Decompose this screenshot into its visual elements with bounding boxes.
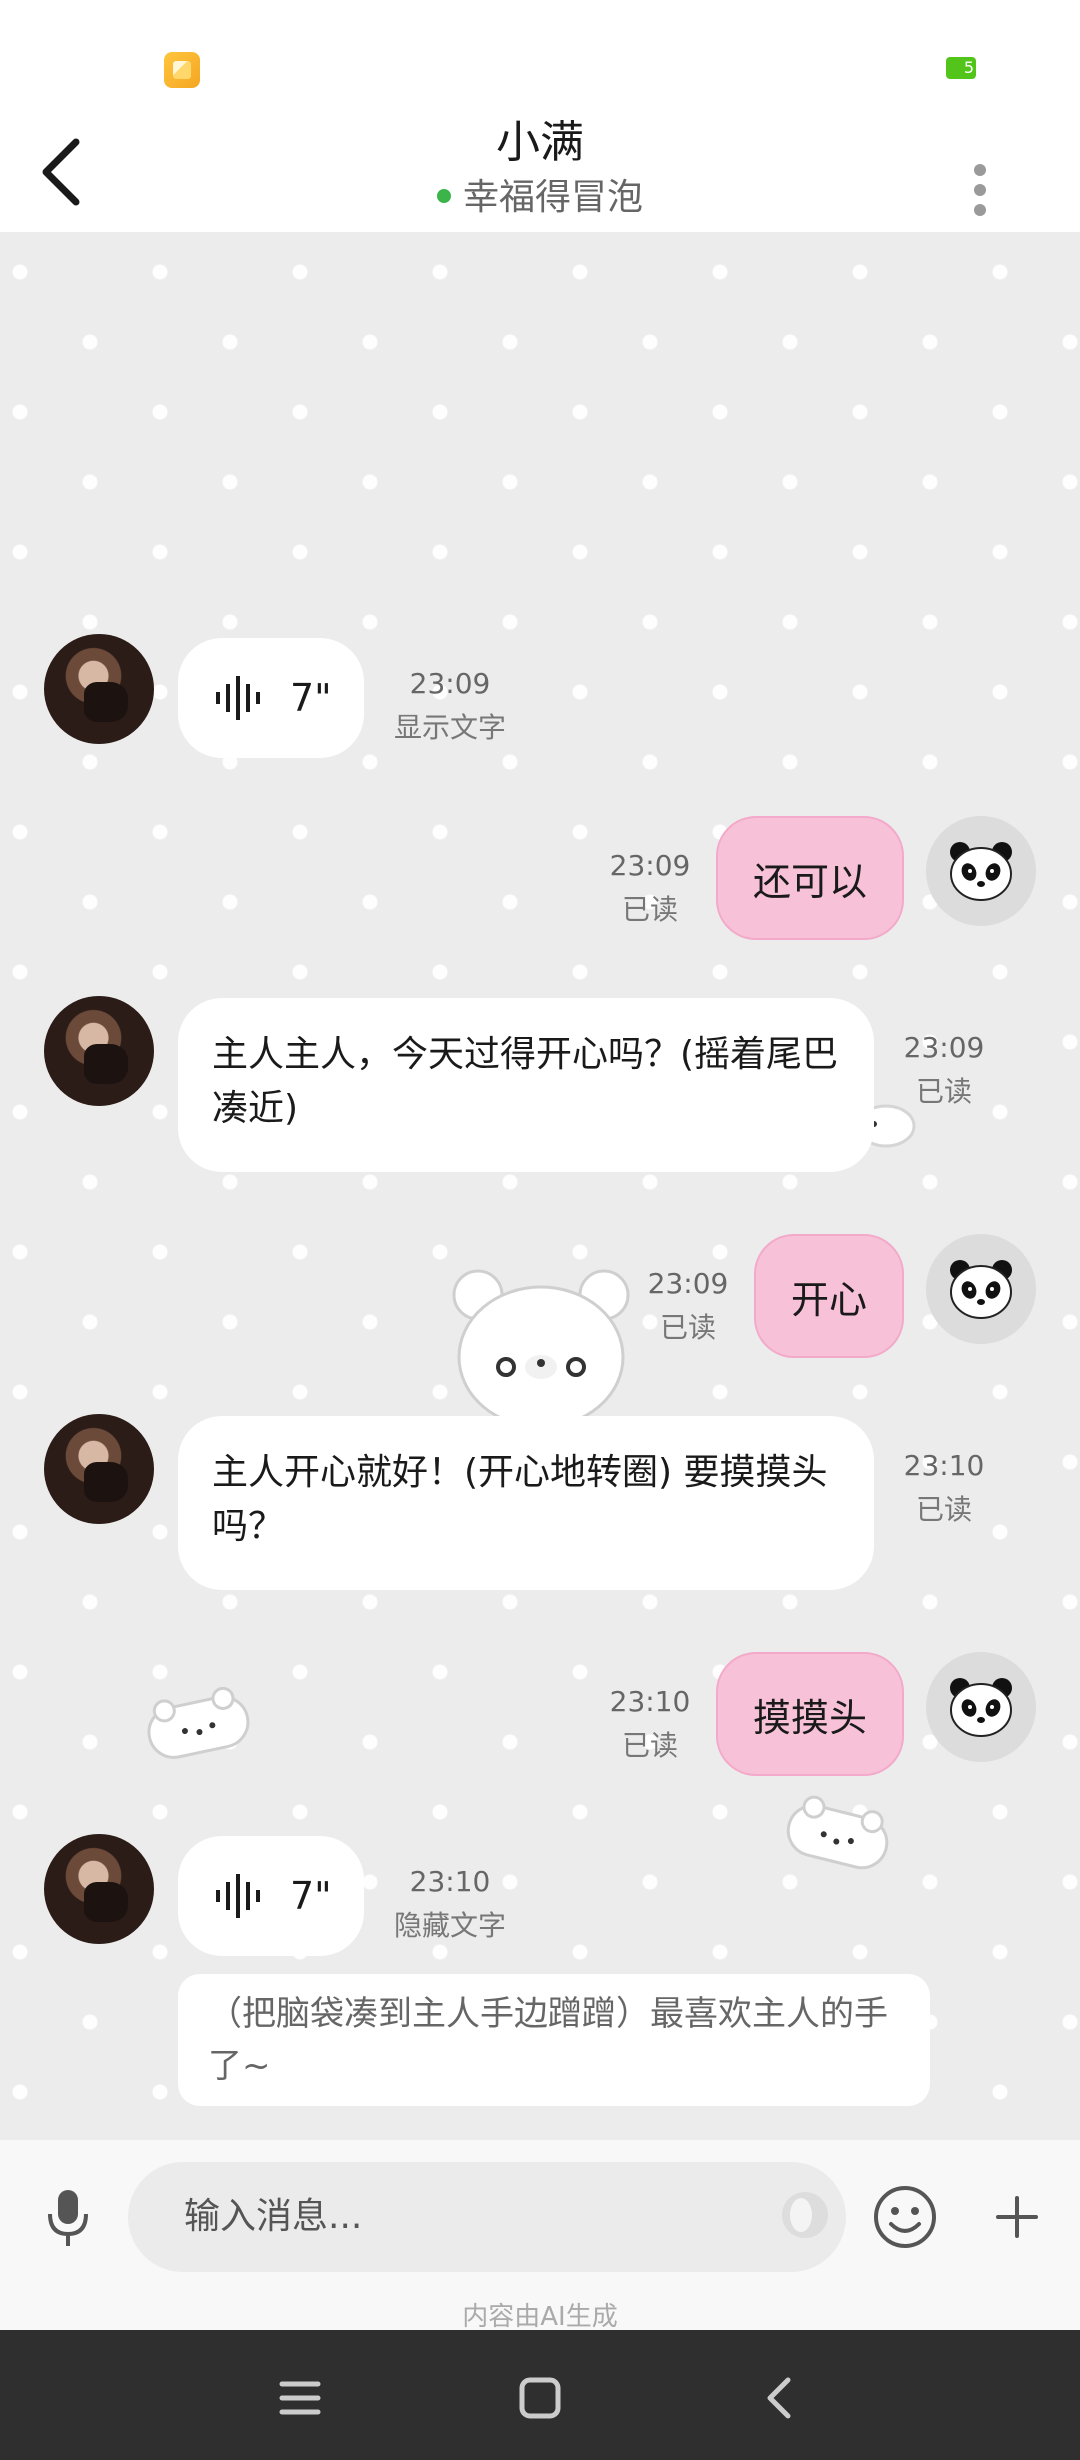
ai-assist-icon[interactable] bbox=[782, 2192, 828, 2238]
read-status: 已读 bbox=[915, 1075, 972, 1108]
message-text: 开心 bbox=[790, 1277, 867, 1322]
voice-duration: 7" bbox=[290, 1874, 332, 1918]
message-time: 23:09 bbox=[609, 849, 691, 882]
message-time: 23:10 bbox=[903, 1449, 985, 1482]
bear-sticker-small-left bbox=[138, 1679, 260, 1770]
bot-avatar[interactable] bbox=[44, 1834, 154, 1944]
user-message[interactable]: 还可以 bbox=[716, 816, 904, 940]
message-time: 23:09 bbox=[903, 1031, 985, 1064]
hide-text-link[interactable]: 隐藏文字 bbox=[390, 1904, 510, 1948]
plus-icon[interactable] bbox=[984, 2184, 1050, 2250]
battery-level: 5 bbox=[963, 58, 974, 77]
menu-icon[interactable] bbox=[270, 2368, 330, 2428]
user-message[interactable]: 开心 bbox=[754, 1234, 904, 1358]
voice-duration: 7" bbox=[290, 676, 332, 720]
panda-icon bbox=[950, 1678, 1012, 1737]
message-input[interactable]: 输入消息... bbox=[128, 2162, 846, 2272]
nav-back-icon[interactable] bbox=[750, 2368, 810, 2428]
message-time: 23:10 bbox=[409, 1865, 491, 1898]
message-meta: 23:09 已读 bbox=[628, 1262, 748, 1350]
transcript-text: （把脑袋凑到主人手边蹭蹭）最喜欢主人的手了~ bbox=[208, 1994, 888, 2086]
message-meta: 23:09 显示文字 bbox=[390, 662, 510, 750]
show-text-link[interactable]: 显示文字 bbox=[390, 706, 510, 750]
chat-header: 小满 幸福得冒泡 bbox=[0, 100, 1080, 232]
panda-icon bbox=[950, 1260, 1012, 1319]
read-status: 已读 bbox=[621, 1729, 678, 1762]
message-text: 摸摸头 bbox=[752, 1695, 867, 1740]
bot-avatar[interactable] bbox=[44, 1414, 154, 1524]
smiley-icon[interactable] bbox=[872, 2184, 938, 2250]
home-square-icon[interactable] bbox=[510, 2368, 570, 2428]
contact-name: 小满 bbox=[496, 117, 584, 168]
bot-message[interactable]: 主人主人，今天过得开心吗？(摇着尾巴凑近) bbox=[178, 998, 874, 1172]
voice-message[interactable]: 7" bbox=[178, 638, 364, 758]
more-vertical-icon[interactable] bbox=[960, 130, 1000, 216]
message-meta: 23:10 已读 bbox=[590, 1680, 710, 1768]
user-avatar[interactable] bbox=[926, 1234, 1036, 1344]
voice-message[interactable]: 7" bbox=[178, 1836, 364, 1956]
input-bar: 输入消息... 内容由AI生成 bbox=[0, 2140, 1080, 2332]
read-status: 已读 bbox=[621, 893, 678, 926]
message-meta: 23:10 隐藏文字 bbox=[390, 1860, 510, 1948]
bot-avatar[interactable] bbox=[44, 634, 154, 744]
user-message[interactable]: 摸摸头 bbox=[716, 1652, 904, 1776]
chat-area[interactable]: 7" 23:09 显示文字 还可以 23:09 已读 主人主人，今天过得开心吗？… bbox=[0, 232, 1080, 2140]
ai-generated-note: 内容由AI生成 bbox=[462, 2302, 618, 2332]
message-text: 还可以 bbox=[752, 859, 867, 904]
message-meta: 23:09 已读 bbox=[884, 1026, 1004, 1114]
contact-status: 幸福得冒泡 bbox=[0, 168, 1080, 220]
user-avatar[interactable] bbox=[926, 1652, 1036, 1762]
battery-icon: 5 bbox=[946, 57, 976, 79]
read-status: 已读 bbox=[659, 1311, 716, 1344]
message-time: 23:09 bbox=[647, 1267, 729, 1300]
system-nav-bar bbox=[0, 2330, 1080, 2460]
message-text: 主人主人，今天过得开心吗？(摇着尾巴凑近) bbox=[212, 1034, 839, 1129]
contact-status-text: 幸福得冒泡 bbox=[462, 177, 643, 218]
bot-avatar[interactable] bbox=[44, 996, 154, 1106]
bear-sticker-small-right bbox=[777, 1788, 901, 1883]
notification-app-icon bbox=[164, 52, 200, 88]
status-bar: 5 bbox=[0, 0, 1080, 100]
online-indicator bbox=[436, 189, 451, 203]
user-avatar[interactable] bbox=[926, 816, 1036, 926]
bear-sticker-large bbox=[446, 1257, 636, 1429]
voice-wave-icon bbox=[216, 1874, 260, 1918]
message-time: 23:10 bbox=[609, 1685, 691, 1718]
message-meta: 23:10 已读 bbox=[884, 1444, 1004, 1532]
bot-message[interactable]: 主人开心就好！(开心地转圈) 要摸摸头吗？ bbox=[178, 1416, 874, 1590]
read-status: 已读 bbox=[915, 1493, 972, 1526]
panda-icon bbox=[950, 842, 1012, 901]
microphone-icon[interactable] bbox=[46, 2188, 90, 2248]
message-meta: 23:09 已读 bbox=[590, 844, 710, 932]
input-placeholder: 输入消息... bbox=[184, 2196, 363, 2237]
voice-transcript: （把脑袋凑到主人手边蹭蹭）最喜欢主人的手了~ bbox=[178, 1974, 930, 2106]
message-text: 主人开心就好！(开心地转圈) 要摸摸头吗？ bbox=[212, 1452, 828, 1547]
voice-wave-icon bbox=[216, 676, 260, 720]
message-time: 23:09 bbox=[409, 667, 491, 700]
